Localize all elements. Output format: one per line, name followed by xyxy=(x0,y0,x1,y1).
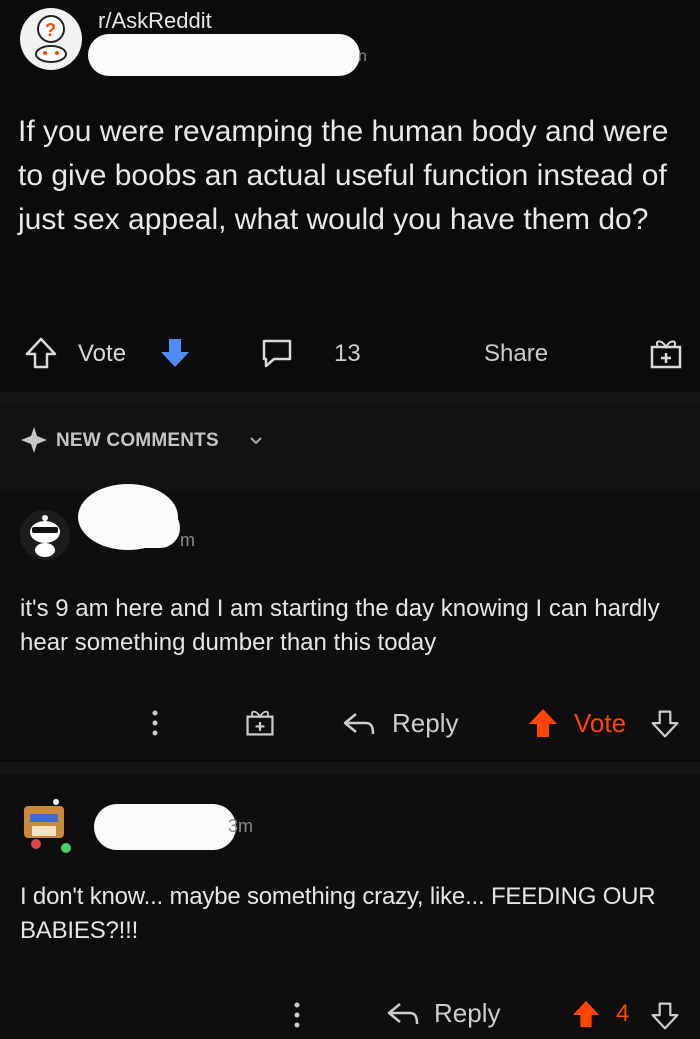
upvote-filled-icon[interactable] xyxy=(570,998,602,1035)
more-options-icon[interactable] xyxy=(150,708,160,743)
downvote-outline-icon[interactable] xyxy=(650,1000,680,1037)
reply-button[interactable]: Reply xyxy=(392,708,458,739)
award-icon[interactable] xyxy=(648,335,684,376)
sparkle-icon xyxy=(20,426,48,459)
comment-count: 13 xyxy=(334,340,361,367)
reply-arrow-icon[interactable] xyxy=(342,710,376,743)
post-action-bar: Vote 13 Share xyxy=(0,320,700,384)
redacted-username xyxy=(94,804,236,850)
comment-text: I don't know... maybe something crazy, l… xyxy=(20,883,656,944)
section-divider xyxy=(0,392,700,402)
more-options-icon[interactable] xyxy=(292,1000,302,1035)
reply-button[interactable]: Reply xyxy=(434,998,500,1029)
subreddit-avatar[interactable]: ? xyxy=(20,8,82,70)
comment-bubble-icon[interactable] xyxy=(260,337,294,374)
downvote-outline-icon[interactable] xyxy=(650,708,680,745)
redacted-username xyxy=(96,508,180,548)
post-meta: n xyxy=(358,48,367,65)
snoo-costume-icon xyxy=(24,799,71,853)
comment-timestamp: m xyxy=(180,530,195,550)
svg-text:?: ? xyxy=(45,20,56,40)
comment-vote-label: Vote xyxy=(574,708,627,738)
reply-arrow-icon[interactable] xyxy=(386,1000,420,1033)
post-title[interactable]: If you were revamping the human body and… xyxy=(18,110,688,242)
upvote-outline-icon[interactable] xyxy=(24,336,58,375)
upvote-filled-icon[interactable] xyxy=(526,706,560,745)
comment-text: it's 9 am here and I am starting the day… xyxy=(20,595,660,656)
comment-separator xyxy=(0,762,700,774)
downvote-filled-icon[interactable] xyxy=(158,336,192,375)
redacted-username xyxy=(88,34,360,76)
avatar[interactable] xyxy=(20,510,70,560)
award-icon[interactable] xyxy=(244,706,276,743)
snoo-sunglasses-icon xyxy=(20,510,70,560)
avatar[interactable] xyxy=(18,796,74,856)
share-button[interactable]: Share xyxy=(484,340,548,368)
vote-count: 4 xyxy=(616,1000,630,1027)
chevron-down-icon[interactable] xyxy=(249,434,263,452)
comment-timestamp: 3m xyxy=(228,816,254,836)
post-vote-label: Vote xyxy=(78,340,127,367)
subreddit-name[interactable]: r/AskReddit xyxy=(98,8,212,34)
question-mark-snoo-icon: ? xyxy=(21,9,81,69)
new-comments-label: NEW COMMENTS xyxy=(56,430,219,451)
